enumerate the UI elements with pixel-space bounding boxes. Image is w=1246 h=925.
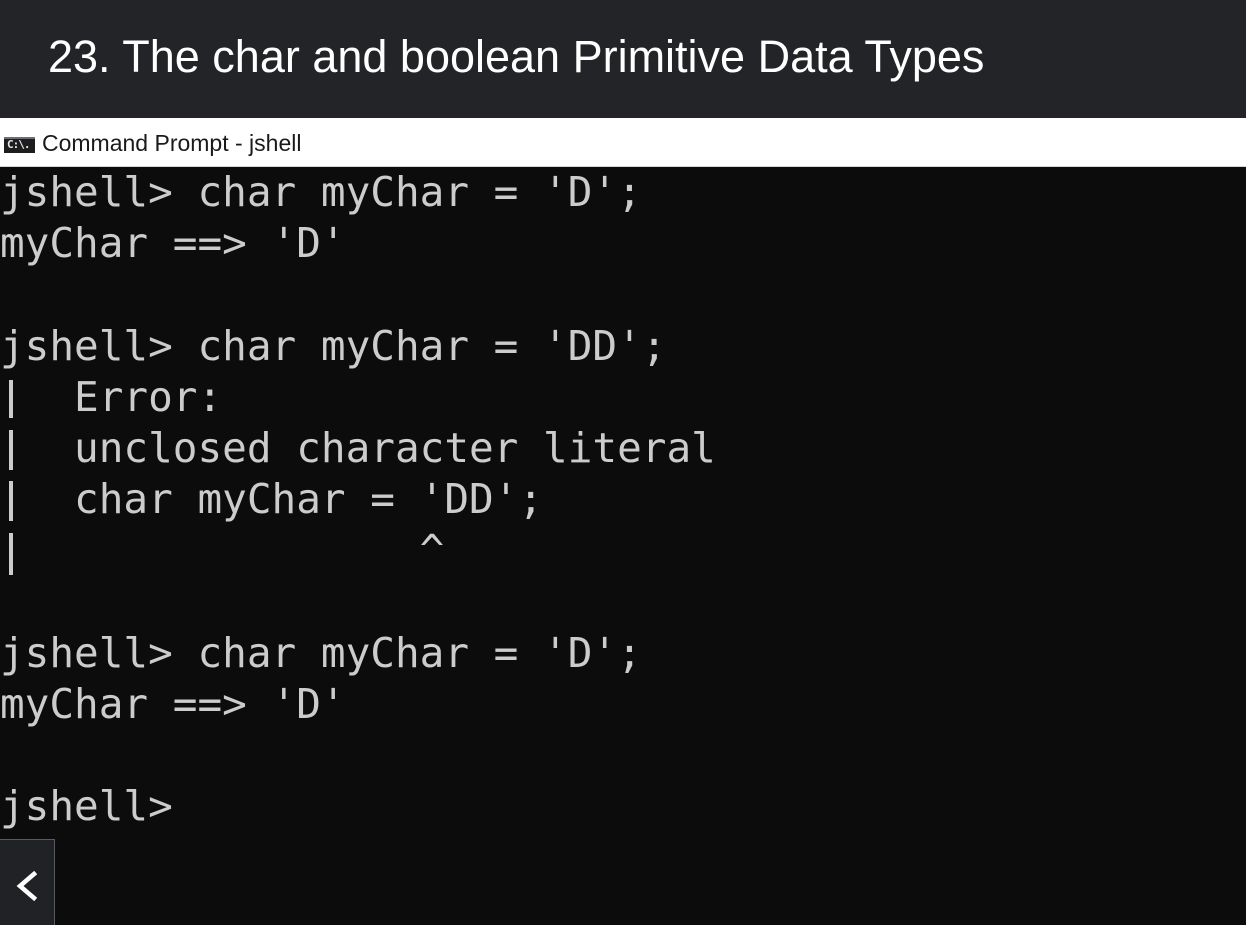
error-bar (9, 533, 13, 575)
cmd-icon: C:\. (4, 137, 35, 153)
terminal-line: Error: (0, 373, 223, 421)
back-button[interactable] (0, 839, 55, 925)
terminal-line: myChar ==> 'D' (0, 680, 346, 728)
error-bar (9, 380, 13, 418)
terminal-prompt[interactable]: jshell> (0, 781, 173, 832)
error-bar (9, 430, 13, 470)
error-bar (9, 481, 13, 521)
chevron-left-icon (16, 871, 38, 901)
terminal-line: unclosed character literal (0, 424, 716, 472)
terminal-line: jshell> char myChar = 'D'; (0, 629, 642, 677)
window-title: Command Prompt - jshell (42, 130, 302, 156)
terminal-line: ^ (0, 526, 445, 574)
terminal-line: jshell> char myChar = 'DD'; (0, 322, 667, 370)
page-title: 23. The char and boolean Primitive Data … (48, 31, 985, 82)
terminal-line: char myChar = 'DD'; (0, 475, 544, 523)
terminal-line: jshell> char myChar = 'D'; (0, 168, 642, 216)
terminal-line: myChar ==> 'D' (0, 219, 346, 267)
video-header: 23. The char and boolean Primitive Data … (0, 0, 1246, 118)
